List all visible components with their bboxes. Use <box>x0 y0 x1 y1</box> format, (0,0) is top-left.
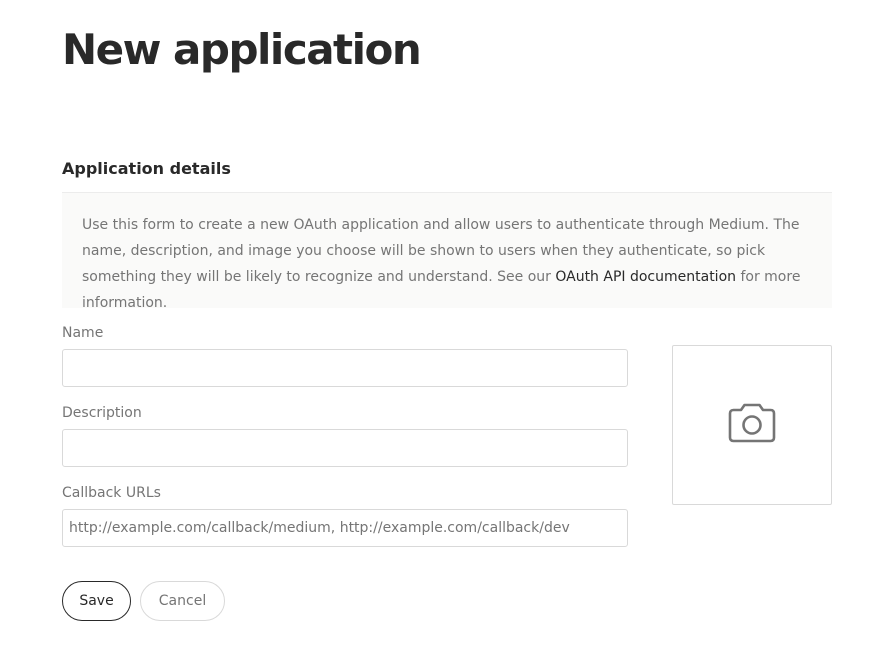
cancel-button[interactable]: Cancel <box>140 581 225 621</box>
description-label: Description <box>62 405 142 421</box>
description-input[interactable] <box>62 429 628 467</box>
callback-urls-label: Callback URLs <box>62 485 161 501</box>
name-label: Name <box>62 325 104 341</box>
camera-icon <box>726 402 778 448</box>
section-title: Application details <box>62 159 231 178</box>
image-upload[interactable] <box>672 345 832 505</box>
page-title: New application <box>62 25 422 74</box>
callback-urls-input[interactable] <box>62 509 628 547</box>
name-input[interactable] <box>62 349 628 387</box>
save-button[interactable]: Save <box>62 581 131 621</box>
info-box: Use this form to create a new OAuth appl… <box>62 192 832 311</box>
oauth-doc-link[interactable]: OAuth API documentation <box>555 269 736 285</box>
